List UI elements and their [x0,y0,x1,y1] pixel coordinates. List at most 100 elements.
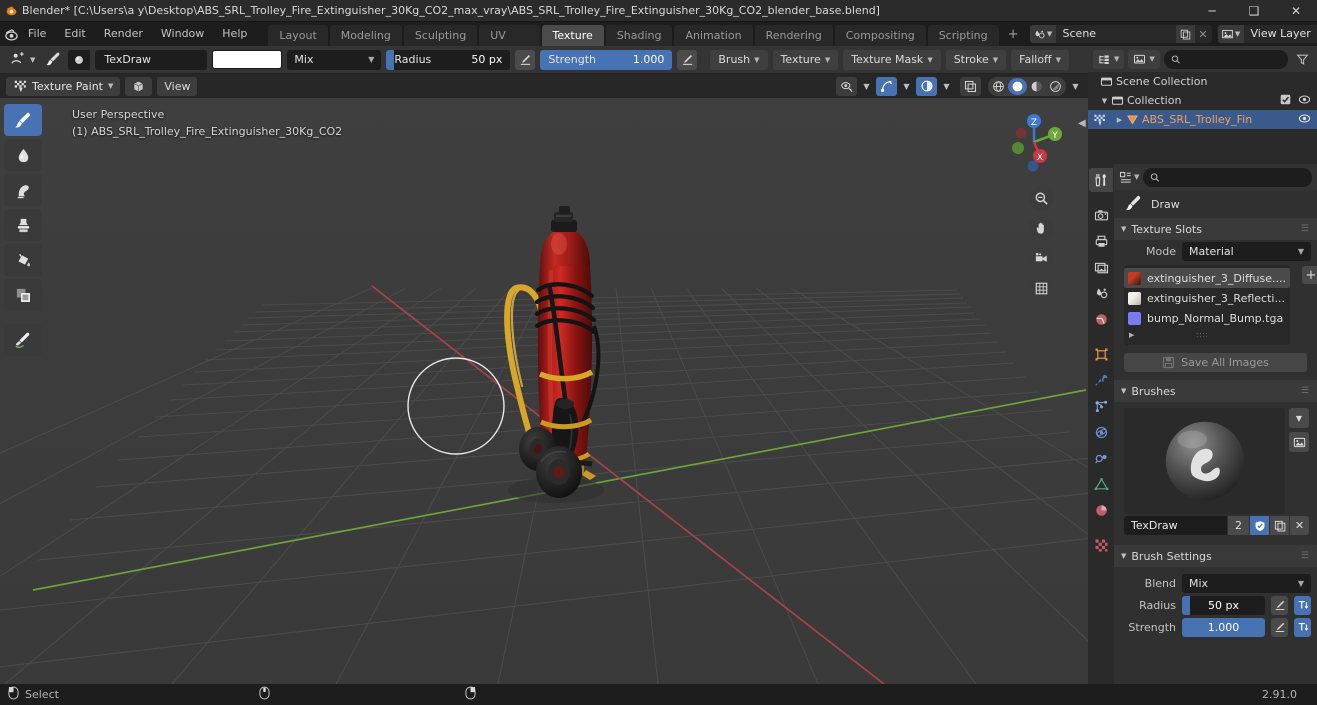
strength-unit-toggle[interactable] [1294,617,1311,637]
brush-strength-slider[interactable]: 1.000 [1182,617,1265,637]
xray-toggle[interactable] [916,76,937,96]
close-button[interactable]: ✕ [1275,0,1317,22]
brush-preview[interactable] [1124,408,1285,514]
strength-pressure-toggle[interactable] [677,49,698,70]
camera-view-button[interactable] [1029,246,1054,271]
outliner-display-mode-dropdown[interactable]: ▼ [1128,49,1160,69]
eye-icon[interactable] [1298,113,1311,127]
xray-dropdown-chevron-down-icon[interactable]: ▼ [940,77,953,96]
brush-texture-preview-button[interactable] [1289,432,1309,452]
navigation-gizmo[interactable]: Z Y X [1002,110,1066,174]
properties-tab-view-layer[interactable] [1089,255,1113,279]
eye-icon[interactable] [1298,94,1311,108]
properties-tab-scene[interactable] [1089,281,1113,305]
new-scene-button[interactable] [1175,25,1195,43]
brush-dropdown[interactable]: Brush ▼ [710,49,768,70]
properties-tab-output[interactable] [1089,229,1113,253]
radius-slider[interactable]: Radius 50 px [386,49,511,70]
fill-tool-button[interactable] [4,244,42,276]
workspace-tab-compositing[interactable]: Compositing [834,24,926,46]
properties-tab-object[interactable] [1089,342,1113,366]
show-gizmo-toggle[interactable] [836,76,857,96]
texture-slot-list[interactable]: extinguisher_3_Diffuse.... extinguisher_… [1124,265,1290,345]
shading-dropdown-chevron-down-icon[interactable]: ▼ [1069,77,1082,96]
gizmo-dropdown-chevron-down-icon[interactable]: ▼ [860,77,873,96]
view-layer-name[interactable]: View Layer [1243,25,1317,43]
maximize-button[interactable]: ❑ [1233,0,1275,22]
zoom-view-button[interactable] [1029,186,1054,211]
menu-window[interactable]: Window [152,24,213,44]
annotate-tool-button[interactable] [4,324,42,356]
brush-preset-dropdown[interactable]: ▼ [6,50,39,70]
outliner-row-collection[interactable]: ▼ Collection [1088,91,1317,110]
overlays-dropdown-chevron-down-icon[interactable]: ▼ [900,77,913,96]
outliner-search-field[interactable] [1185,53,1281,65]
list-resize-grip-icon[interactable]: ∷∷ [1196,331,1208,340]
sidebar-collapse-arrow-icon[interactable]: ◀ [1078,118,1086,129]
solid-shading-button[interactable] [1008,77,1027,95]
expand-collapse-triangle-icon[interactable]: ▼ [1098,97,1111,105]
brush-user-count[interactable]: 2 [1228,516,1249,535]
3d-viewport[interactable]: User Perspective (1) ABS_SRL_Trolley_Fir… [0,98,1088,684]
wireframe-shading-button[interactable] [989,78,1008,95]
x-icon[interactable]: ✕ [1290,516,1309,535]
brush-color-swatch[interactable] [212,50,283,69]
brush-name-field[interactable]: TexDraw [95,49,208,70]
brush-datablock-icon[interactable] [68,49,91,70]
properties-tab-modifier[interactable] [1089,368,1113,392]
workspace-tab-animation[interactable]: Animation [674,24,753,46]
remove-scene-button[interactable]: ✕ [1195,25,1212,43]
properties-tab-world[interactable] [1089,307,1113,331]
texture-slot-item[interactable]: extinguisher_3_Diffuse.... [1124,268,1290,288]
brush-name-input[interactable]: TexDraw [1124,516,1227,535]
properties-tab-texture[interactable] [1089,533,1113,557]
list-expand-triangle-icon[interactable]: ▶ [1129,331,1134,339]
copy-icon[interactable] [1270,516,1289,535]
texture-dropdown[interactable]: Texture ▼ [772,49,839,70]
blend-mode-dropdown[interactable]: Mix ▼ [287,49,382,70]
properties-tab-render[interactable] [1089,203,1113,227]
view-layer-selector[interactable]: ▼ View Layer ✕ [1217,25,1317,43]
radius-pressure-toggle[interactable] [515,49,536,70]
workspace-tab-shading[interactable]: Shading [605,24,673,46]
scene-name[interactable]: Scene [1055,25,1176,43]
outliner-filter-button[interactable] [1292,50,1312,69]
outliner-row-object[interactable]: ▶ ABS_SRL_Trolley_Fin [1088,110,1317,129]
soften-tool-button[interactable] [4,139,42,171]
properties-tab-data[interactable] [1089,472,1113,496]
shield-icon[interactable] [1250,516,1269,535]
properties-tab-physics[interactable] [1089,420,1113,444]
outliner-search-input[interactable] [1163,49,1288,69]
properties-tab-particles[interactable] [1089,394,1113,418]
brush-radius-slider[interactable]: 50 px [1182,595,1265,615]
save-all-images-button[interactable]: Save All Images [1124,353,1307,372]
smear-tool-button[interactable] [4,174,42,206]
properties-tab-constraints[interactable] [1089,446,1113,470]
workspace-tab-rendering[interactable]: Rendering [754,24,833,46]
outliner-row-scene-collection[interactable]: Scene Collection [1088,72,1317,91]
workspace-tab-scripting[interactable]: Scripting [927,24,999,46]
interaction-mode-dropdown[interactable]: Texture Paint ▼ [6,76,121,96]
blender-menu-icon[interactable] [4,22,19,46]
workspace-tab-texture-paint[interactable]: Texture Paint [541,24,604,63]
workspace-tab-layout[interactable]: Layout [268,24,328,46]
toggle-ortho-perspective-button[interactable] [1029,276,1054,301]
toggle-xray-button[interactable] [960,76,981,96]
checkbox-icon[interactable] [1280,94,1291,108]
texture-slots-panel-header[interactable]: ▼ Texture Slots ☰ [1114,218,1317,240]
viewport-view-menu[interactable]: View [157,76,198,96]
clone-tool-button[interactable] [4,209,42,241]
browse-brush-button[interactable]: ▼ [1289,408,1309,428]
workspace-tab-sculpting[interactable]: Sculpting [403,24,478,46]
viewport-gizmo-object-button[interactable] [125,76,153,96]
properties-tab-tool[interactable] [1089,168,1113,192]
menu-edit[interactable]: Edit [55,24,94,44]
workspace-tab-modeling[interactable]: Modeling [329,24,402,46]
outliner-editor-type-dropdown[interactable]: ▼ [1093,49,1125,69]
workspace-tab-uv-editing[interactable]: UV Editing [479,24,540,63]
expand-collapse-triangle-icon[interactable]: ▶ [1113,116,1126,124]
scene-selector[interactable]: ▼ Scene ✕ [1029,25,1212,43]
radius-unit-toggle[interactable] [1294,595,1311,615]
stroke-dropdown[interactable]: Stroke ▼ [945,49,1007,70]
properties-search-field[interactable] [1165,171,1305,183]
